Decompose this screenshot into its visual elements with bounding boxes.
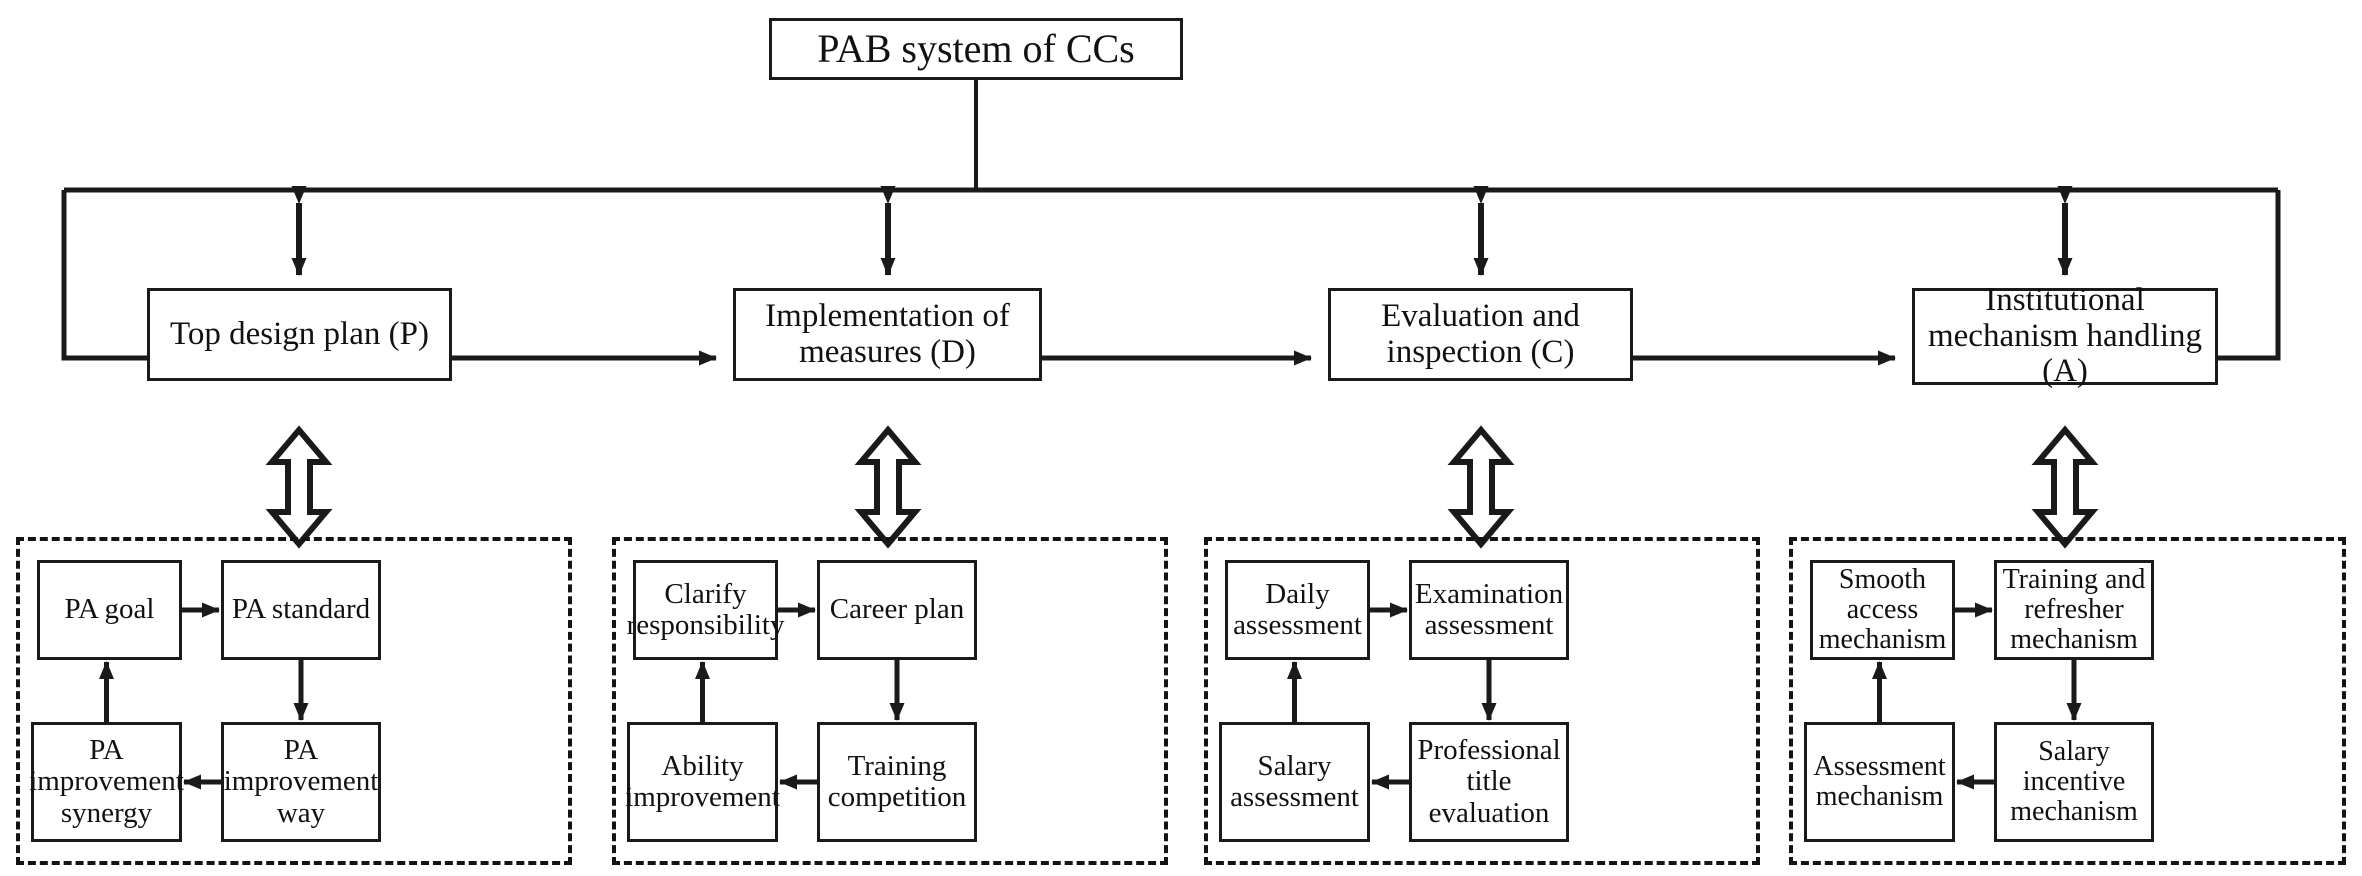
node-label: PA improvement synergy — [29, 734, 184, 829]
node-evaluation-and-inspection[interactable]: Evaluation and inspection (C) — [1328, 288, 1633, 381]
node-pab-system[interactable]: PAB system of CCs — [769, 18, 1183, 80]
node-clarify-responsibility[interactable]: Clarify responsibility — [627, 560, 784, 660]
node-examination-assessment[interactable]: Examination assessment — [1409, 560, 1569, 660]
node-label: Training and refresher mechanism — [2002, 563, 2146, 656]
node-training-and-refresher-mechanism[interactable]: Training and refresher mechanism — [1994, 560, 2154, 660]
node-label: PA goal — [64, 593, 155, 626]
hollow-double-arrow-c — [1447, 425, 1515, 549]
node-training-competition[interactable]: Training competition — [817, 722, 977, 842]
node-label: Institutional mechanism handling (A) — [1927, 282, 2203, 390]
hollow-double-arrow-d — [854, 425, 922, 549]
node-daily-assessment[interactable]: Daily assessment — [1225, 560, 1370, 660]
node-label: Salary incentive mechanism — [2010, 735, 2138, 828]
node-label: Daily assessment — [1233, 577, 1362, 641]
node-smooth-access-mechanism[interactable]: Smooth access mechanism — [1810, 560, 1955, 660]
node-career-plan[interactable]: Career plan — [817, 560, 977, 660]
node-label: Evaluation and inspection (C) — [1381, 297, 1580, 370]
hollow-double-arrow-a — [2031, 425, 2099, 549]
node-pa-improvement-way[interactable]: PA improvement way — [221, 722, 381, 842]
node-label: PAB system of CCs — [817, 26, 1135, 72]
node-salary-incentive-mechanism[interactable]: Salary incentive mechanism — [1994, 722, 2154, 842]
node-salary-assessment[interactable]: Salary assessment — [1219, 722, 1370, 842]
node-institutional-mechanism-handling[interactable]: Institutional mechanism handling (A) — [1912, 282, 2218, 389]
hollow-double-arrow-p — [265, 425, 333, 549]
node-label: PA improvement way — [223, 734, 379, 829]
node-label: Assessment mechanism — [1813, 750, 1946, 812]
feedback-loop-right — [2218, 190, 2281, 361]
node-assessment-mechanism[interactable]: Assessment mechanism — [1804, 722, 1955, 842]
flowchart-diagram: PAB system of CCs Top design plan (P) Im… — [0, 0, 2362, 876]
node-label: Salary assessment — [1230, 749, 1359, 813]
node-label: Examination assessment — [1414, 577, 1564, 641]
node-label: Implementation of measures (D) — [765, 297, 1010, 370]
node-pa-goal[interactable]: PA goal — [37, 560, 182, 660]
node-label: Clarify responsibility — [626, 577, 785, 641]
node-implementation-of-measures[interactable]: Implementation of measures (D) — [733, 288, 1042, 381]
node-label: Smooth access mechanism — [1818, 563, 1947, 656]
node-label: PA standard — [231, 593, 371, 626]
node-pa-improvement-synergy[interactable]: PA improvement synergy — [29, 722, 184, 842]
node-label: Professional title evaluation — [1417, 734, 1561, 829]
node-label: Top design plan (P) — [170, 315, 429, 352]
node-label: Career plan — [829, 593, 965, 626]
node-pa-standard[interactable]: PA standard — [221, 560, 381, 660]
node-label: Training competition — [827, 749, 967, 813]
node-ability-improvement[interactable]: Ability improvement — [625, 722, 780, 842]
node-label: Ability improvement — [625, 749, 780, 813]
node-top-design-plan[interactable]: Top design plan (P) — [147, 288, 452, 381]
node-professional-title-evaluation[interactable]: Professional title evaluation — [1409, 722, 1569, 842]
